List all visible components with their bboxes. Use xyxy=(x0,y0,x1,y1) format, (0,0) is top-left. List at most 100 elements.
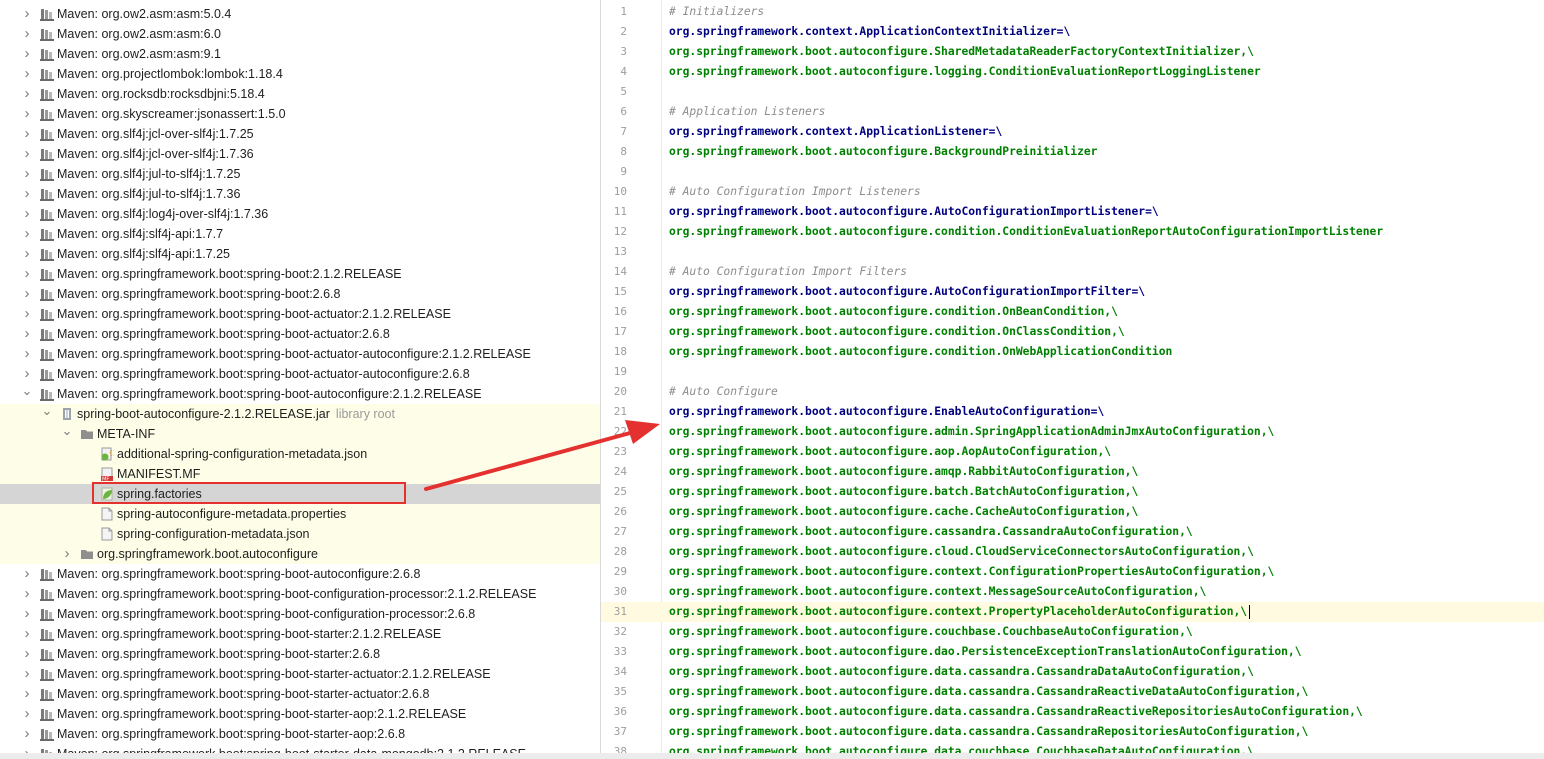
tree-item[interactable]: MF MANIFEST.MF xyxy=(0,464,600,484)
tree-item[interactable]: › Maven: org.springframework.boot:spring-… xyxy=(0,344,600,364)
tree-item[interactable]: › Maven: org.springframework.boot:spring-… xyxy=(0,264,600,284)
code-line[interactable]: 11 org.springframework.boot.autoconfigure… xyxy=(601,202,1544,222)
chevron-right-icon[interactable]: › xyxy=(20,204,34,224)
code-line[interactable]: 24 org.springframework.boot.autoconfigure… xyxy=(601,462,1544,482)
tree-item[interactable]: › Maven: org.springframework.boot:spring-… xyxy=(0,644,600,664)
code-line[interactable]: 35 org.springframework.boot.autoconfigure… xyxy=(601,682,1544,702)
code-line[interactable]: 37 org.springframework.boot.autoconfigure… xyxy=(601,722,1544,742)
chevron-right-icon[interactable]: › xyxy=(20,124,34,144)
tree-item[interactable]: ⌄ Maven: org.springframework.boot:spring-… xyxy=(0,384,600,404)
chevron-right-icon[interactable]: › xyxy=(20,604,34,624)
code-line[interactable]: 9 xyxy=(601,162,1544,182)
code-line[interactable]: 26 org.springframework.boot.autoconfigure… xyxy=(601,502,1544,522)
chevron-down-icon[interactable]: ⌄ xyxy=(40,404,54,424)
chevron-right-icon[interactable]: › xyxy=(20,224,34,244)
code-line[interactable]: 13 xyxy=(601,242,1544,262)
chevron-right-icon[interactable]: › xyxy=(20,564,34,584)
code-line[interactable]: 33 org.springframework.boot.autoconfigure… xyxy=(601,642,1544,662)
code-line[interactable]: 2 org.springframework.context.Application… xyxy=(601,22,1544,42)
tree-item[interactable]: › Maven: org.springframework.boot:spring-… xyxy=(0,624,600,644)
code-line[interactable]: 32 org.springframework.boot.autoconfigure… xyxy=(601,622,1544,642)
code-line[interactable]: 18 org.springframework.boot.autoconfigure… xyxy=(601,342,1544,362)
chevron-right-icon[interactable]: › xyxy=(20,84,34,104)
project-tree[interactable]: › Maven: org.ow2.asm:asm:5.0.4 › Maven: org… xyxy=(0,0,600,759)
tree-item[interactable]: spring-autoconfigure-metadata.properties xyxy=(0,504,600,524)
code-line[interactable]: 14 # Auto Configuration Import Filters xyxy=(601,262,1544,282)
horizontal-scrollbar[interactable] xyxy=(0,753,1544,759)
tree-item[interactable]: › Maven: org.slf4j:log4j-over-slf4j:1.7.3… xyxy=(0,204,600,224)
code-line[interactable]: 20 # Auto Configure xyxy=(601,382,1544,402)
tree-item[interactable]: › Maven: org.ow2.asm:asm:6.0 xyxy=(0,24,600,44)
code-line[interactable]: 12 org.springframework.boot.autoconfigure… xyxy=(601,222,1544,242)
chevron-right-icon[interactable]: › xyxy=(20,64,34,84)
chevron-right-icon[interactable]: › xyxy=(20,144,34,164)
tree-item[interactable]: › Maven: org.rocksdb:rocksdbjni:5.18.4 xyxy=(0,84,600,104)
code-line[interactable]: 10 # Auto Configuration Import Listeners xyxy=(601,182,1544,202)
chevron-right-icon[interactable]: › xyxy=(20,724,34,744)
chevron-right-icon[interactable]: › xyxy=(20,704,34,724)
code-line[interactable]: 34 org.springframework.boot.autoconfigure… xyxy=(601,662,1544,682)
code-line[interactable]: 15 org.springframework.boot.autoconfigure… xyxy=(601,282,1544,302)
code-line[interactable]: 21 org.springframework.boot.autoconfigure… xyxy=(601,402,1544,422)
tree-item[interactable]: › Maven: org.slf4j:slf4j-api:1.7.7 xyxy=(0,224,600,244)
tree-item[interactable]: › Maven: org.springframework.boot:spring-… xyxy=(0,684,600,704)
tree-item[interactable]: {}additional-spring-configuration-metada… xyxy=(0,444,600,464)
chevron-right-icon[interactable]: › xyxy=(20,664,34,684)
tree-item[interactable]: › Maven: org.springframework.boot:spring-… xyxy=(0,604,600,624)
tree-item[interactable]: › Maven: org.slf4j:jcl-over-slf4j:1.7.36 xyxy=(0,144,600,164)
tree-item-selected[interactable]: spring.factories xyxy=(0,484,600,504)
tree-item[interactable]: › Maven: org.slf4j:slf4j-api:1.7.25 xyxy=(0,244,600,264)
chevron-right-icon[interactable]: › xyxy=(20,4,34,24)
tree-item[interactable]: › Maven: org.springframework.boot:spring-… xyxy=(0,584,600,604)
code-line[interactable]: 16 org.springframework.boot.autoconfigure… xyxy=(601,302,1544,322)
chevron-right-icon[interactable]: › xyxy=(20,244,34,264)
tree-item[interactable]: › Maven: org.springframework.boot:spring-… xyxy=(0,664,600,684)
code-line[interactable]: 17 org.springframework.boot.autoconfigure… xyxy=(601,322,1544,342)
code-line[interactable]: 28 org.springframework.boot.autoconfigure… xyxy=(601,542,1544,562)
tree-item[interactable]: spring-configuration-metadata.json xyxy=(0,524,600,544)
tree-item[interactable]: › Maven: org.springframework.boot:spring-… xyxy=(0,724,600,744)
code-line[interactable]: 6 # Application Listeners xyxy=(601,102,1544,122)
code-line[interactable]: 3 org.springframework.boot.autoconfigure.… xyxy=(601,42,1544,62)
code-line[interactable]: 36 org.springframework.boot.autoconfigure… xyxy=(601,702,1544,722)
tree-item[interactable]: › Maven: org.slf4j:jul-to-slf4j:1.7.25 xyxy=(0,164,600,184)
tree-item[interactable]: › Maven: org.skyscreamer:jsonassert:1.5.0 xyxy=(0,104,600,124)
chevron-right-icon[interactable]: › xyxy=(20,324,34,344)
tree-item[interactable]: › Maven: org.projectlombok:lombok:1.18.4 xyxy=(0,64,600,84)
chevron-right-icon[interactable]: › xyxy=(20,644,34,664)
chevron-right-icon[interactable]: › xyxy=(20,284,34,304)
tree-item[interactable]: › Maven: org.slf4j:jcl-over-slf4j:1.7.25 xyxy=(0,124,600,144)
code-line[interactable]: 30 org.springframework.boot.autoconfigure… xyxy=(601,582,1544,602)
chevron-right-icon[interactable]: › xyxy=(20,584,34,604)
tree-item[interactable]: › Maven: org.springframework.boot:spring-… xyxy=(0,324,600,344)
tree-item[interactable]: ⌄ META-INF xyxy=(0,424,600,444)
code-line[interactable]: 22 org.springframework.boot.autoconfigure… xyxy=(601,422,1544,442)
tree-item[interactable]: › Maven: org.springframework.boot:spring-… xyxy=(0,704,600,724)
code-editor[interactable]: 1 # Initializers 2 org.springframework.cont… xyxy=(601,0,1544,759)
chevron-right-icon[interactable]: › xyxy=(60,544,74,564)
chevron-down-icon[interactable]: ⌄ xyxy=(20,384,34,404)
tree-item[interactable]: › Maven: org.ow2.asm:asm:5.0.4 xyxy=(0,4,600,24)
tree-item[interactable]: › Maven: org.slf4j:jul-to-slf4j:1.7.36 xyxy=(0,184,600,204)
code-line[interactable]: 5 xyxy=(601,82,1544,102)
chevron-right-icon[interactable]: › xyxy=(20,104,34,124)
tree-item[interactable]: › Maven: org.springframework.boot:spring-… xyxy=(0,564,600,584)
chevron-right-icon[interactable]: › xyxy=(20,684,34,704)
chevron-right-icon[interactable]: › xyxy=(20,24,34,44)
chevron-right-icon[interactable]: › xyxy=(20,184,34,204)
chevron-right-icon[interactable]: › xyxy=(20,44,34,64)
tree-item[interactable]: › Maven: org.springframework.boot:spring-… xyxy=(0,364,600,384)
code-line[interactable]: 27 org.springframework.boot.autoconfigure… xyxy=(601,522,1544,542)
chevron-right-icon[interactable]: › xyxy=(20,364,34,384)
code-line[interactable]: 7 org.springframework.context.Application… xyxy=(601,122,1544,142)
code-line-current[interactable]: 31 org.springframework.boot.autoconfigure… xyxy=(601,602,1544,622)
code-line[interactable]: 29 org.springframework.boot.autoconfigure… xyxy=(601,562,1544,582)
tree-item[interactable]: › org.springframework.boot.autoconfigure xyxy=(0,544,600,564)
code-line[interactable]: 19 xyxy=(601,362,1544,382)
chevron-down-icon[interactable]: ⌄ xyxy=(60,424,74,444)
tree-item[interactable]: › Maven: org.springframework.boot:spring-… xyxy=(0,284,600,304)
code-line[interactable]: 4 org.springframework.boot.autoconfigure.… xyxy=(601,62,1544,82)
code-line[interactable]: 1 # Initializers xyxy=(601,2,1544,22)
code-line[interactable]: 8 org.springframework.boot.autoconfigure.… xyxy=(601,142,1544,162)
chevron-right-icon[interactable]: › xyxy=(20,264,34,284)
